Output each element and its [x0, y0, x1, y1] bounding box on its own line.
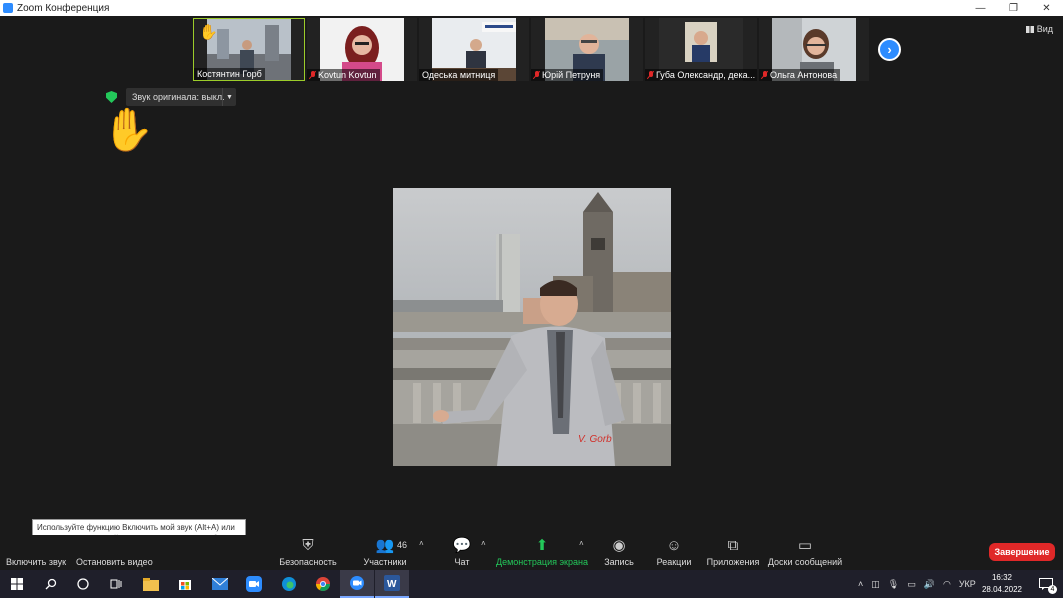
chevron-down-icon[interactable]: ▼ — [222, 88, 236, 106]
zoom-taskbar-button[interactable] — [237, 570, 271, 598]
chevron-up-icon[interactable]: ˄ — [481, 539, 486, 548]
whiteboard-icon: ▭ — [797, 537, 813, 554]
unmute-button[interactable]: Включить звук — [6, 535, 66, 570]
edge-icon — [282, 577, 296, 591]
start-button[interactable] — [0, 570, 34, 598]
wifi-icon[interactable]: ◠ — [943, 579, 951, 590]
smiley-icon: ☺ — [666, 537, 682, 554]
shield-icon: ⛨ — [302, 537, 314, 554]
participant-tile[interactable]: ✋ Костянтин Горб — [193, 18, 305, 81]
participant-name: Костянтин Горб — [194, 68, 265, 80]
stop-video-button[interactable]: Остановить видео — [76, 535, 153, 570]
notification-count-badge: 4 — [1048, 585, 1057, 594]
chevron-up-icon[interactable]: ˄ — [419, 539, 424, 548]
end-meeting-button[interactable]: Завершение — [989, 543, 1055, 561]
search-icon — [45, 578, 57, 590]
notifications-button[interactable]: 4 — [1029, 570, 1063, 598]
raised-hand-icon: ✋ — [199, 24, 218, 41]
meeting-toolbar: Включить звук Остановить видео ⛨ Безопас… — [0, 535, 1063, 570]
original-sound-button[interactable]: Звук оригинала: выкл. ▼ — [126, 88, 236, 106]
participant-name: Юрій Петруня — [531, 69, 604, 81]
mail-icon — [212, 578, 228, 590]
participant-name: Ольга Антонова — [759, 69, 841, 81]
reactions-button[interactable]: ☺ Реакции — [657, 535, 692, 570]
participants-icon: 👥 — [375, 537, 395, 554]
meeting-stage: ✋ Костянтин Горб Kovtun Kovtun Одеська м… — [0, 16, 1063, 535]
window-title: Zoom Конференция — [17, 2, 110, 14]
camera-icon[interactable]: ◫ — [871, 579, 880, 590]
windows-taskbar: W ˄ ◫ 🎙 ▭ 🔊 ◠ УКР 16:32 28.04.2022 4 — [0, 570, 1063, 598]
participant-name: Одеська митниця — [419, 69, 499, 81]
language-indicator[interactable]: УКР — [959, 579, 976, 589]
cortana-icon — [77, 578, 89, 590]
restore-button[interactable]: ❐ — [997, 0, 1030, 16]
record-button[interactable]: ◉ Запись — [604, 535, 634, 570]
chevron-up-icon[interactable]: ˄ — [579, 539, 584, 548]
participant-tile[interactable]: Юрій Петруня — [531, 18, 643, 81]
windows-logo-icon — [11, 578, 23, 590]
store-button[interactable] — [168, 570, 202, 598]
svg-text:W: W — [387, 579, 397, 590]
security-shield-icon — [106, 91, 117, 103]
mic-muted-icon — [762, 71, 768, 79]
clock-time: 16:32 — [991, 573, 1013, 582]
chevron-right-icon: › — [887, 42, 892, 57]
zoom-app-icon — [3, 3, 13, 13]
participant-name: Kovtun Kovtun — [307, 69, 380, 81]
share-screen-icon: ⬆ — [535, 537, 549, 554]
chrome-button[interactable] — [306, 570, 340, 598]
mic-muted-icon — [534, 71, 540, 79]
search-button[interactable] — [34, 570, 68, 598]
chevron-up-icon[interactable]: ˄ — [858, 579, 863, 589]
chat-icon: 💬 — [452, 537, 472, 554]
next-page-button[interactable]: › — [878, 38, 901, 61]
store-icon — [179, 580, 191, 590]
volume-icon[interactable]: 🔊 — [924, 579, 935, 590]
apps-button[interactable]: ⧉ Приложения — [707, 535, 760, 570]
zoom-icon — [350, 576, 364, 590]
zoom-meeting-taskbar-button[interactable] — [340, 570, 374, 598]
file-explorer-button[interactable] — [134, 570, 168, 598]
chat-button[interactable]: 💬 Чат — [448, 535, 476, 570]
participant-tile[interactable]: Губа Олександр, дека... — [645, 18, 757, 81]
participant-tile[interactable]: Kovtun Kovtun — [307, 18, 417, 81]
mic-muted-icon — [310, 71, 316, 79]
photo-watermark: V. Gorb — [578, 434, 612, 445]
chrome-icon — [316, 577, 330, 591]
participants-count: 46 — [397, 540, 408, 550]
participant-tile[interactable]: Одеська митниця — [419, 18, 529, 81]
participant-tile[interactable]: Ольга Антонова — [759, 18, 869, 81]
word-button[interactable]: W — [375, 570, 409, 598]
mail-button[interactable] — [203, 570, 237, 598]
view-button[interactable]: Вид — [1025, 24, 1053, 34]
active-speaker-video: V. Gorb — [393, 188, 671, 466]
close-button[interactable]: ✕ — [1030, 0, 1063, 16]
folder-icon — [143, 577, 159, 591]
edge-button[interactable] — [272, 570, 306, 598]
window-titlebar: Zoom Конференция — ❐ ✕ — [0, 0, 1063, 16]
task-view-icon — [110, 579, 122, 589]
grid-icon — [1025, 25, 1034, 33]
system-tray: ˄ ◫ 🎙 ▭ 🔊 ◠ УКР — [858, 570, 976, 598]
participant-name: Губа Олександр, дека... — [645, 69, 757, 81]
window-controls: — ❐ ✕ — [964, 0, 1063, 16]
apps-icon: ⧉ — [727, 537, 739, 554]
record-icon: ◉ — [612, 537, 626, 554]
share-screen-button[interactable]: ⬆ Демонстрация экрана — [496, 535, 588, 570]
microphone-icon[interactable]: 🎙 — [888, 579, 899, 590]
battery-icon[interactable]: ▭ — [907, 579, 916, 590]
minimize-button[interactable]: — — [964, 0, 997, 16]
security-button[interactable]: ⛨ Безопасность — [279, 535, 336, 570]
zoom-icon — [246, 576, 262, 592]
whiteboards-button[interactable]: ▭ Доски сообщений — [768, 535, 842, 570]
taskbar-clock[interactable]: 16:32 28.04.2022 — [980, 572, 1024, 596]
mic-muted-icon — [648, 71, 654, 79]
task-view-button[interactable] — [99, 570, 133, 598]
cortana-button[interactable] — [66, 570, 100, 598]
word-icon: W — [384, 575, 400, 591]
clock-date: 28.04.2022 — [981, 585, 1023, 594]
raised-hand-icon: ✋ — [102, 106, 155, 153]
